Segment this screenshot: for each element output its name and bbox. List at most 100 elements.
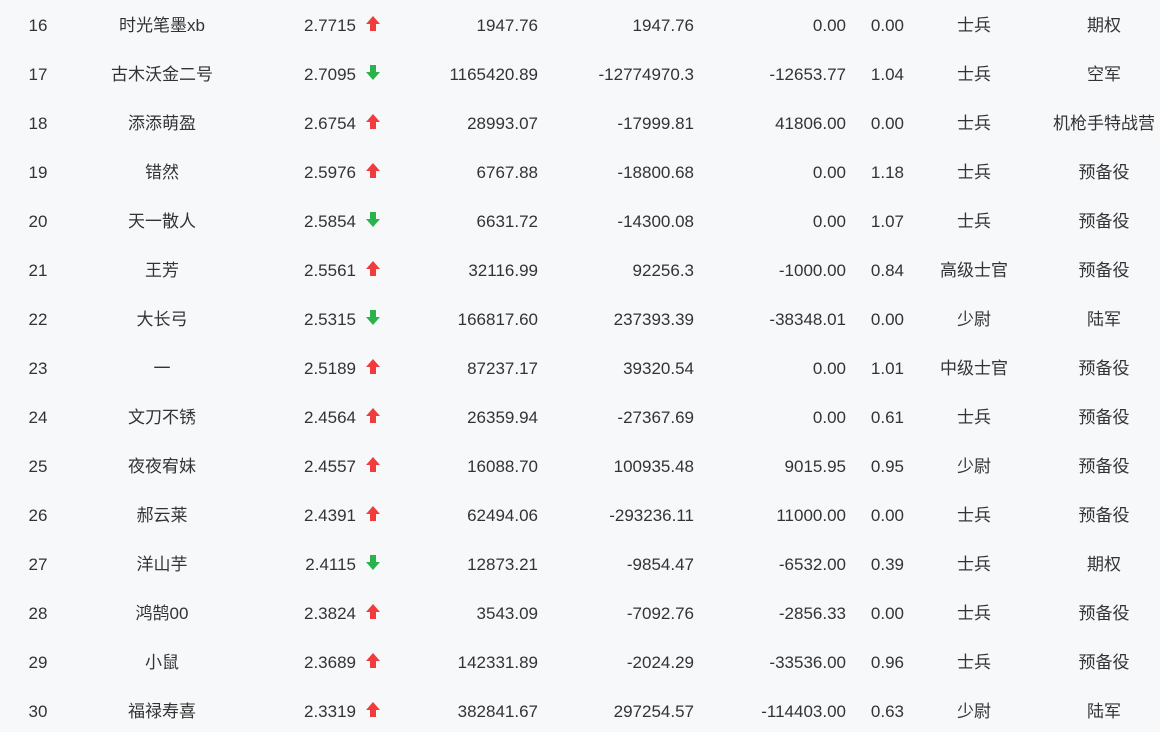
name-cell: 夜夜宥妹 — [128, 457, 196, 476]
value-d-cell: 0.00 — [870, 604, 904, 623]
table-row[interactable]: 21 王芳 2.5561 32116.99 92256.3 -1000.00 0.84 高级士… — [0, 246, 1160, 295]
table-row[interactable]: 18 添添萌盈 2.6754 28993.07 -17999.81 41806.00 0.0… — [0, 99, 1160, 148]
value-a-cell: 6631.72 — [476, 212, 538, 231]
value-b-cell: 237393.39 — [613, 310, 694, 329]
value-b-cell: -14300.08 — [617, 212, 694, 231]
rank-cell: 16 — [28, 16, 48, 35]
arrow-down-icon — [362, 540, 384, 589]
team-cell: 预备役 — [1078, 604, 1130, 623]
value-d-cell: 0.00 — [870, 310, 904, 329]
rank-cell: 28 — [28, 604, 48, 623]
value-a-cell: 3543.09 — [476, 604, 538, 623]
value-b-cell: 297254.57 — [613, 702, 694, 721]
value-c-cell: 0.00 — [812, 16, 846, 35]
rank-cell: 22 — [28, 310, 48, 329]
value-a-cell: 1165420.89 — [449, 65, 538, 84]
table-row[interactable]: 25 夜夜宥妹 2.4557 16088.70 100935.48 9015.95 0.95… — [0, 442, 1160, 491]
table-row[interactable]: 24 文刀不锈 2.4564 26359.94 -27367.69 0.00 0.61 士兵 预… — [0, 393, 1160, 442]
name-cell: 文刀不锈 — [128, 408, 196, 427]
name-cell: 郝云莱 — [136, 506, 188, 525]
ranking-table: 16 时光笔墨xb 2.7715 1947.76 1947.76 0.00 0.00 士兵 期权… — [0, 0, 1160, 732]
level-cell: 士兵 — [957, 408, 991, 427]
value-a-cell: 62494.06 — [467, 506, 538, 525]
value-a-cell: 16088.70 — [467, 457, 538, 476]
value-b-cell: -27367.69 — [617, 408, 694, 427]
score-cell: 2.5854 — [304, 212, 356, 231]
value-d-cell: 1.04 — [870, 65, 904, 84]
value-b-cell: -9854.47 — [626, 555, 694, 574]
score-cell: 2.3824 — [304, 604, 356, 623]
value-d-cell: 0.61 — [870, 408, 904, 427]
team-cell: 预备役 — [1078, 408, 1130, 427]
table-row[interactable]: 26 郝云莱 2.4391 62494.06 -293236.11 11000.00 0.0… — [0, 491, 1160, 540]
table-row[interactable]: 30 福禄寿喜 2.3319 382841.67 297254.57 -114403.00… — [0, 687, 1160, 732]
score-cell: 2.4115 — [305, 555, 356, 574]
arrow-up-icon — [362, 442, 384, 491]
arrow-down-icon — [362, 295, 384, 344]
level-cell: 中级士官 — [940, 359, 1008, 378]
team-cell: 预备役 — [1078, 212, 1130, 231]
rank-cell: 26 — [28, 506, 48, 525]
team-cell: 预备役 — [1078, 653, 1130, 672]
score-cell: 2.5189 — [304, 359, 356, 378]
rank-cell: 27 — [28, 555, 48, 574]
score-cell: 2.3319 — [304, 702, 356, 721]
table-row[interactable]: 27 洋山芋 2.4115 12873.21 -9854.47 -6532.00 0.39 士… — [0, 540, 1160, 589]
value-d-cell: 0.39 — [870, 555, 904, 574]
rank-cell: 20 — [28, 212, 48, 231]
score-cell: 2.5315 — [304, 310, 356, 329]
arrow-up-icon — [362, 687, 384, 732]
team-cell: 期权 — [1087, 555, 1121, 574]
arrow-up-icon — [362, 246, 384, 295]
score-cell: 2.6754 — [304, 114, 356, 133]
level-cell: 士兵 — [957, 16, 991, 35]
team-cell: 陆军 — [1087, 310, 1121, 329]
name-cell: 天一散人 — [128, 212, 196, 231]
table-row[interactable]: 29 小鼠 2.3689 142331.89 -2024.29 -33536.00 0.96… — [0, 638, 1160, 687]
name-cell: 一 — [153, 359, 171, 378]
value-c-cell: -114403.00 — [761, 702, 846, 721]
value-c-cell: -38348.01 — [769, 310, 846, 329]
table-row[interactable]: 19 错然 2.5976 6767.88 -18800.68 0.00 1.18 士兵 预备役 — [0, 148, 1160, 197]
value-b-cell: -17999.81 — [617, 114, 694, 133]
value-d-cell: 0.63 — [870, 702, 904, 721]
level-cell: 士兵 — [957, 114, 991, 133]
value-a-cell: 166817.60 — [457, 310, 538, 329]
team-cell: 预备役 — [1078, 261, 1130, 280]
team-cell: 预备役 — [1078, 359, 1130, 378]
name-cell: 古木沃金二号 — [111, 65, 213, 84]
table-row[interactable]: 22 大长弓 2.5315 166817.60 237393.39 -38348.01 0.… — [0, 295, 1160, 344]
score-cell: 2.5561 — [304, 261, 356, 280]
score-cell: 2.3689 — [304, 653, 356, 672]
value-b-cell: 100935.48 — [613, 457, 694, 476]
table-row[interactable]: 16 时光笔墨xb 2.7715 1947.76 1947.76 0.00 0.00 士兵 期权 — [0, 1, 1160, 50]
team-cell: 期权 — [1087, 16, 1121, 35]
arrow-up-icon — [362, 638, 384, 687]
value-d-cell: 0.84 — [870, 261, 904, 280]
value-d-cell: 1.01 — [870, 359, 904, 378]
value-d-cell: 1.07 — [870, 212, 904, 231]
team-cell: 空军 — [1087, 65, 1121, 84]
value-b-cell: -18800.68 — [617, 163, 694, 182]
level-cell: 高级士官 — [940, 261, 1008, 280]
table-row[interactable]: 28 鸿鹄00 2.3824 3543.09 -7092.76 -2856.33 0.00 士… — [0, 589, 1160, 638]
team-cell: 预备役 — [1078, 506, 1130, 525]
name-cell: 大长弓 — [136, 310, 188, 329]
table-row[interactable]: 23 一 2.5189 87237.17 39320.54 0.00 1.01 中级士官 预备役 — [0, 344, 1160, 393]
level-cell: 士兵 — [957, 212, 991, 231]
value-b-cell: 39320.54 — [623, 359, 694, 378]
team-cell: 预备役 — [1078, 163, 1130, 182]
value-c-cell: 41806.00 — [775, 114, 846, 133]
value-d-cell: 1.18 — [870, 163, 904, 182]
arrow-up-icon — [362, 393, 384, 442]
score-cell: 2.4557 — [304, 457, 356, 476]
value-a-cell: 12873.21 — [467, 555, 538, 574]
score-cell: 2.4391 — [304, 506, 356, 525]
table-row[interactable]: 20 天一散人 2.5854 6631.72 -14300.08 0.00 1.07 士兵 预备… — [0, 197, 1160, 246]
rank-cell: 29 — [28, 653, 48, 672]
rank-cell: 21 — [28, 261, 48, 280]
value-c-cell: -6532.00 — [778, 555, 846, 574]
arrow-down-icon — [362, 50, 384, 99]
value-c-cell: 9015.95 — [784, 457, 846, 476]
table-row[interactable]: 17 古木沃金二号 2.7095 1165420.89 -12774970.3 -1265… — [0, 50, 1160, 99]
